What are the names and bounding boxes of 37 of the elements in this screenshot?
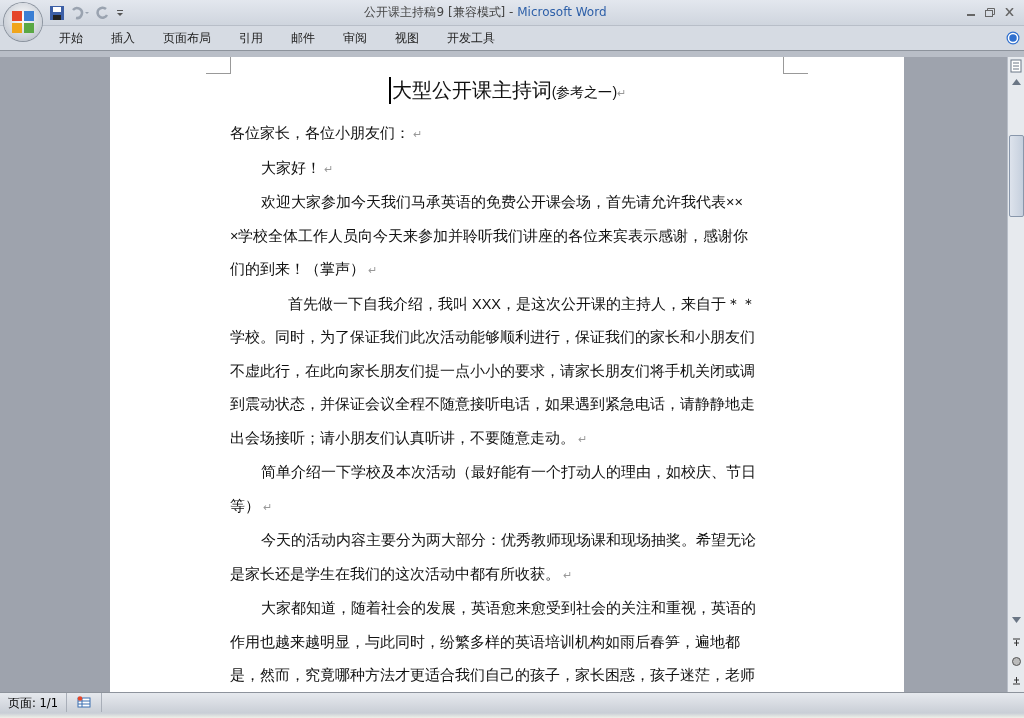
minimize-icon[interactable] [967,14,975,17]
macro-record-icon[interactable] [77,696,92,708]
ribbon-tab[interactable]: 页面布局 [149,25,225,51]
scroll-down-icon[interactable] [1011,617,1021,623]
ribbon-tab[interactable]: 开始 [45,25,97,51]
margin-corner-mark [783,57,808,74]
ribbon-tab[interactable]: 邮件 [277,25,329,51]
save-icon[interactable] [50,5,64,20]
margin-corner-mark [206,57,231,74]
paragraph: 今天的活动内容主要分为两大部分：优秀教师现场课和现场抽奖。希望无论 是家长还是学生在我们的这次活动中都有所收获。 ↵ [230,531,757,584]
office-button[interactable] [4,3,42,41]
scroll-thumb[interactable] [1008,135,1024,217]
ribbon-tab[interactable]: 视图 [381,25,433,51]
help-icon[interactable] [1006,31,1020,45]
window-title: 公开课主持稿9 [兼容模式] - Microsoft Word [363,4,608,21]
document-title: 大型公开课主持词(参考之一)↵ [230,77,785,117]
restore-icon[interactable] [985,8,995,17]
paragraph: 首先做一下自我介绍，我叫 XXX，是这次公开课的主持人，来自于＊＊ 学校。同时，为了保证我们此次活动能够顺利进行，保证我们的家长和小朋友们 不虚此行，在此向家长朋友们提一点小小的要求，请家长朋友们将手机关闭或调 到震动状态，并保证会议全程不随意接听电话，如果遇到紧急电话，请静静地走 出会场接听；请小朋友们认真听讲，不要随意走动。 ↵ [230,294,758,448]
paragraph: 简单介绍一下学校及本次活动（最好能有一个打动人的理由，如校庆、节日 等） ↵ [230,463,757,516]
ribbon-tab[interactable]: 开发工具 [433,25,509,51]
previous-page-icon[interactable] [1011,637,1021,647]
vertical-scrollbar[interactable] [1007,57,1024,692]
office-logo-icon [10,9,36,35]
customize-toolbar-icon[interactable] [116,8,124,17]
paragraph: 大家好！ ↵ [260,158,335,178]
close-icon[interactable] [1005,8,1014,16]
ribbon-tab[interactable]: 审阅 [329,25,381,51]
paragraph: 欢迎大家参加今天我们马承英语的免费公开课会场，首先请允许我代表×× ×学校全体工作人员向今天来参加并聆听我们讲座的各位来宾表示感谢，感谢你 们的到来！（掌声） ↵ [230,193,750,279]
page-count[interactable]: 页面: 1/1 [0,693,68,712]
paragraph: 各位家长，各位小朋友们： ↵ [230,124,424,143]
browse-object-icon[interactable] [1011,657,1021,666]
ruler-toggle-icon[interactable] [1010,59,1022,73]
ribbon-tab[interactable]: 引用 [225,25,277,51]
paragraph: 大家都知道，随着社会的发展，英语愈来愈受到社会的关注和重视，英语的 作用也越来越明显，与此同时，纷繁多样的英语培训机构如雨后春笋，遍地都 是，然而，究竟哪种方法才更适合我们自己的孩子，家长困惑，孩子迷茫，老师 [230,599,757,685]
scroll-up-icon[interactable] [1011,79,1021,85]
ribbon-tab[interactable]: 插入 [97,25,149,51]
next-page-icon[interactable] [1011,676,1021,686]
